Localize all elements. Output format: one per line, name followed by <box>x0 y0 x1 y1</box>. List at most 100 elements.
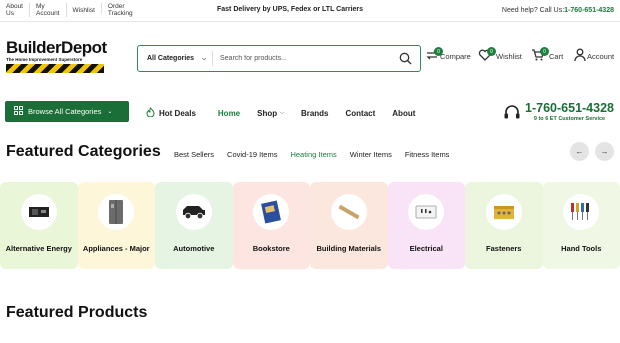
compare-icon: 0 <box>425 47 443 62</box>
nav-home[interactable]: Home <box>218 109 240 118</box>
wishlist-line1: Wishlist <box>72 7 95 14</box>
featured-categories-tabs: Best Sellers Covid-19 Items Heating Item… <box>174 150 462 159</box>
heart-icon: 0 <box>478 47 496 62</box>
account-link[interactable]: Account <box>574 48 614 62</box>
nav-brands-label: Brands <box>300 108 329 118</box>
help-text: Need help? Call Us: <box>501 7 565 14</box>
user-icon <box>574 48 586 62</box>
cart-count-badge: 0 <box>540 47 549 56</box>
my-account-line1: My <box>36 3 45 10</box>
arrow-right-icon: → <box>600 147 609 156</box>
category-card-building-materials[interactable]: Building Materials <box>310 182 388 269</box>
category-card-automotive[interactable]: Automotive <box>155 182 233 269</box>
logo-tagline: The Home Improvement Superstore <box>6 57 83 62</box>
category-card-fasteners[interactable]: Fasteners <box>465 182 543 269</box>
nav-brands[interactable]: Brands <box>301 109 329 118</box>
order-tracking-line1: Order <box>107 3 125 10</box>
grid-icon <box>14 106 23 117</box>
hot-deals-link[interactable]: Hot Deals <box>146 107 196 119</box>
customer-service-phone[interactable]: 1-760-651-4328 9 to 6 ET Customer Servic… <box>525 101 614 123</box>
about-us-line2: Us <box>6 10 14 17</box>
my-account-link[interactable]: My Account <box>30 3 67 17</box>
chevron-down-icon: ⌄ <box>107 109 113 115</box>
category-card-alternative-energy[interactable]: Alternative Energy <box>0 182 78 269</box>
compare-link[interactable]: 0 Compare <box>425 47 471 62</box>
top-utility-bar: About Us My Account Wishlist Order Track… <box>0 0 620 22</box>
tab-best-sellers[interactable]: Best Sellers <box>174 150 214 159</box>
nav-contact[interactable]: Contact <box>346 109 376 118</box>
nav-about-label: About <box>392 108 416 118</box>
wishlist-label: Wishlist <box>496 52 522 61</box>
browse-categories-label: Browse All Categories <box>28 107 102 116</box>
hot-deals-label: Hot Deals <box>159 108 196 118</box>
order-tracking-line2: Tracking <box>107 10 133 17</box>
category-card-bookstore[interactable]: Bookstore <box>232 182 310 269</box>
wishlist-header-link[interactable]: 0 Wishlist <box>478 47 522 62</box>
category-label: Appliances - Major <box>82 244 150 253</box>
category-card-electrical[interactable]: Electrical <box>387 182 465 269</box>
category-label: Electrical <box>409 244 443 253</box>
browse-categories-button[interactable]: Browse All Categories ⌄ <box>5 101 129 122</box>
category-label: Alternative Energy <box>5 244 72 253</box>
fastener-kit-icon <box>485 194 522 230</box>
flame-icon <box>146 107 155 119</box>
search-bar: All Categories ⌵ <box>137 45 421 72</box>
category-card-appliances-major[interactable]: Appliances - Major <box>77 182 155 269</box>
phone-number: 1-760-651-4328 <box>525 101 614 115</box>
search-input[interactable] <box>213 55 393 62</box>
top-links: About Us My Account Wishlist Order Track… <box>6 3 139 17</box>
order-tracking-link[interactable]: Order Tracking <box>102 3 139 17</box>
tab-heating-items[interactable]: Heating Items <box>290 150 336 159</box>
category-label: Fasteners <box>486 244 522 253</box>
arrow-left-icon: ← <box>575 147 584 156</box>
cart-icon: 0 <box>531 47 549 62</box>
featured-products-title: Featured Products <box>6 304 148 321</box>
main-nav: Hot Deals Home Shop ⌵ Brands Contact Abou… <box>146 107 432 119</box>
nav-about[interactable]: About <box>392 109 415 118</box>
carousel-next-button[interactable]: → <box>595 142 614 161</box>
tab-fitness-items[interactable]: Fitness Items <box>405 150 450 159</box>
category-select[interactable]: All Categories ⌵ <box>138 51 213 66</box>
compare-count-badge: 0 <box>434 47 443 56</box>
logo-wordmark: BuilderDepot <box>6 38 107 57</box>
about-us-line1: About <box>6 3 23 10</box>
nav-home-label: Home <box>217 108 241 118</box>
screwdriver-set-icon <box>563 194 600 230</box>
category-label: Building Materials <box>316 244 382 253</box>
my-account-line2: Account <box>36 10 60 17</box>
service-hours: 9 to 6 ET Customer Service <box>533 116 606 122</box>
site-logo[interactable]: BuilderDepot The Home Improvement Supers… <box>6 38 107 77</box>
featured-categories-title: Featured Categories <box>6 143 161 160</box>
nav-shop[interactable]: Shop ⌵ <box>257 109 284 118</box>
book-icon <box>253 194 290 230</box>
category-label: Bookstore <box>252 244 290 253</box>
generator-icon <box>20 194 57 230</box>
cart-label: Cart <box>549 52 564 61</box>
tab-covid-19-items[interactable]: Covid-19 Items <box>227 150 277 159</box>
chevron-down-icon: ⌵ <box>280 110 284 116</box>
logo-hazard-stripe <box>6 64 104 73</box>
truck-icon <box>175 194 212 230</box>
category-select-value: All Categories <box>147 55 195 62</box>
wishlist-link[interactable]: Wishlist <box>67 3 102 14</box>
cart-link[interactable]: 0 Cart <box>531 47 564 62</box>
headset-icon <box>503 104 521 127</box>
category-card-hand-tools[interactable]: Hand Tools <box>542 182 620 269</box>
wishlist-count-badge: 0 <box>487 47 496 56</box>
delivery-banner: Fast Delivery by UPS, Fedex or LTL Carri… <box>217 6 364 13</box>
category-label: Hand Tools <box>561 244 602 253</box>
outlet-icon <box>408 194 445 230</box>
nav-shop-label: Shop <box>257 108 278 118</box>
lumber-icon <box>330 194 367 230</box>
search-icon[interactable] <box>399 52 412 65</box>
chevron-down-icon: ⌵ <box>202 55 206 62</box>
account-label: Account <box>587 52 615 61</box>
help-phone-link[interactable]: 1-760-651-4328 <box>564 7 614 14</box>
carousel-prev-button[interactable]: ← <box>570 142 589 161</box>
about-us-link[interactable]: About Us <box>6 3 30 17</box>
refrigerator-icon <box>98 194 135 230</box>
tab-winter-items[interactable]: Winter Items <box>350 150 392 159</box>
nav-contact-label: Contact <box>345 108 376 118</box>
category-label: Automotive <box>173 244 215 253</box>
help-contact: Need help? Call Us:1-760-651-4328 <box>502 7 614 14</box>
